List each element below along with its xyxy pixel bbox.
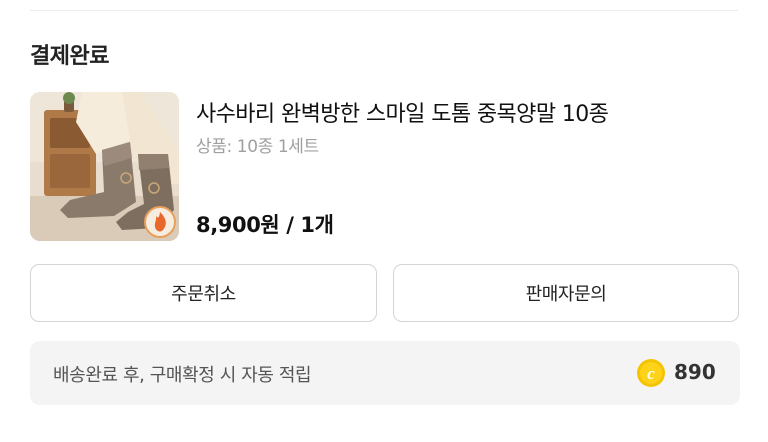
seller-inquiry-button[interactable]: 판매자문의 — [393, 264, 739, 322]
reward-amount: 890 — [674, 360, 716, 384]
product-image — [30, 92, 179, 241]
cancel-order-button[interactable]: 주문취소 — [30, 264, 377, 322]
product-thumbnail[interactable] — [30, 92, 179, 241]
product-option: 상품: 10종 1세트 — [196, 137, 319, 157]
reward-description: 배송완료 후, 구매확정 시 자동 적립 — [53, 365, 312, 386]
svg-text:c: c — [647, 364, 655, 383]
divider — [30, 10, 738, 11]
product-price: 8,900원 / 1개 — [196, 213, 334, 237]
reward-info-box: 배송완료 후, 구매확정 시 자동 적립 c 890 — [30, 341, 740, 405]
product-name[interactable]: 사수바리 완벽방한 스마일 도톰 중목양말 10종 — [196, 96, 609, 128]
order-status-title: 결제완료 — [30, 44, 109, 69]
coin-icon: c — [637, 359, 665, 387]
